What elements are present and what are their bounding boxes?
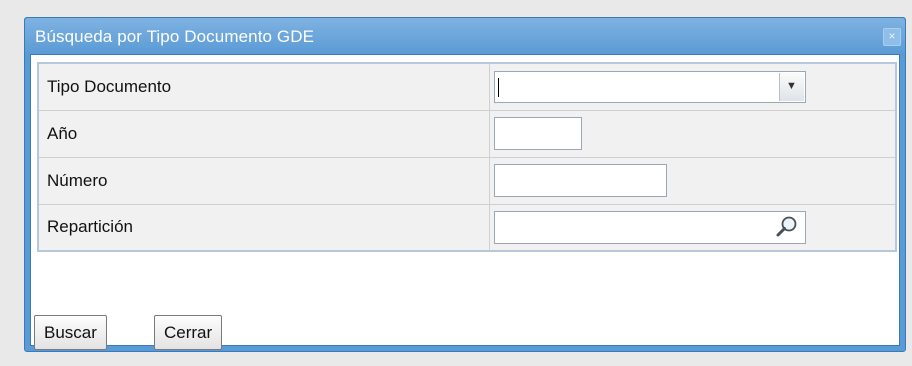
chevron-down-icon[interactable]: ▼ [778,72,804,101]
dialog-body: Tipo Documento ▼ Año Número Repartición … [30,54,900,350]
tipo-documento-combobox[interactable]: ▼ [493,70,806,103]
dialog-title: Búsqueda por Tipo Documento GDE [35,27,315,46]
cerrar-button[interactable]: Cerrar [154,315,223,350]
reparticion-input[interactable] [493,210,806,244]
buscar-button[interactable]: Buscar [34,315,107,350]
form-row-anio: Año [37,109,897,158]
anio-input[interactable] [493,117,582,150]
magnifier-icon[interactable] [771,213,804,242]
reparticion-label: Repartición [37,203,490,252]
search-dialog: Búsqueda por Tipo Documento GDE × Tipo D… [24,17,906,352]
search-form: Tipo Documento ▼ Año Número Repartición [37,62,897,252]
text-cursor [497,77,499,97]
anio-label: Año [37,109,490,158]
dialog-titlebar[interactable]: Búsqueda por Tipo Documento GDE × [25,18,905,54]
form-row-numero: Número [37,156,897,205]
close-icon[interactable]: × [883,28,901,46]
form-row-reparticion: Repartición [37,203,897,252]
form-row-tipo-documento: Tipo Documento ▼ [37,62,897,111]
numero-label: Número [37,156,490,205]
numero-input[interactable] [493,164,667,197]
tipo-documento-label: Tipo Documento [37,62,490,111]
